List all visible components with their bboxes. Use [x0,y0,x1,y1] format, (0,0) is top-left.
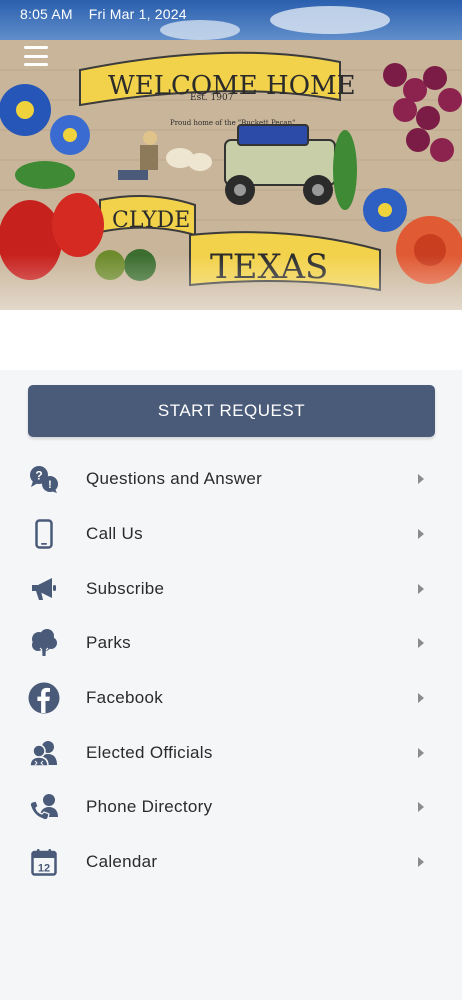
questions-icon: ? ! [28,463,60,495]
status-time: 8:05 AM [20,6,73,22]
menu-item-call-us[interactable]: Call Us [0,507,462,562]
menu-item-phone-directory[interactable]: Phone Directory [0,780,462,835]
phone-directory-icon [28,791,60,823]
chevron-right-icon [418,802,424,813]
chevron-right-icon [418,857,424,868]
svg-text:!: ! [48,479,52,491]
svg-text:12: 12 [38,863,50,875]
mural-clyde-text: CLYDE [112,208,190,233]
menu-item-facebook[interactable]: Facebook [0,671,462,726]
menu-item-label: Phone Directory [86,797,213,817]
megaphone-icon [28,573,60,605]
hamburger-menu-icon[interactable] [24,46,48,66]
menu-item-label: Subscribe [86,578,165,598]
chevron-right-icon [418,693,424,704]
menu-item-label: Calendar [86,852,158,872]
status-bar: 8:05 AM Fri Mar 1, 2024 [0,0,462,28]
chevron-right-icon [418,747,424,758]
menu-item-label: Facebook [86,688,164,708]
mural-image: WELCOME HOME Est. 1907 Proud home of the… [0,0,462,370]
officials-icon [28,737,60,769]
menu-item-elected-officials[interactable]: Elected Officials [0,725,462,780]
main-content: START REQUEST ? ! Questions and Answer C… [0,370,462,1000]
facebook-icon [28,682,60,714]
menu-list: ? ! Questions and Answer Call Us Subscri… [0,452,462,890]
menu-item-label: Call Us [86,524,143,544]
menu-item-label: Parks [86,633,131,653]
menu-item-questions[interactable]: ? ! Questions and Answer [0,452,462,507]
menu-item-calendar[interactable]: 12 Calendar [0,835,462,890]
calendar-icon: 12 [28,846,60,878]
tree-icon [28,627,60,659]
start-request-button[interactable]: START REQUEST [28,385,435,437]
menu-item-parks[interactable]: Parks [0,616,462,671]
mural-est-text: Est. 1907 [190,93,234,103]
hero-banner: WELCOME HOME Est. 1907 Proud home of the… [0,0,462,370]
chevron-right-icon [418,474,424,485]
menu-item-subscribe[interactable]: Subscribe [0,561,462,616]
svg-text:?: ? [35,469,42,483]
mobile-phone-icon [28,518,60,550]
menu-item-label: Questions and Answer [86,469,263,489]
status-date: Fri Mar 1, 2024 [88,6,187,22]
chevron-right-icon [418,583,424,594]
menu-item-label: Elected Officials [86,742,213,762]
chevron-right-icon [418,638,424,649]
chevron-right-icon [418,529,424,540]
